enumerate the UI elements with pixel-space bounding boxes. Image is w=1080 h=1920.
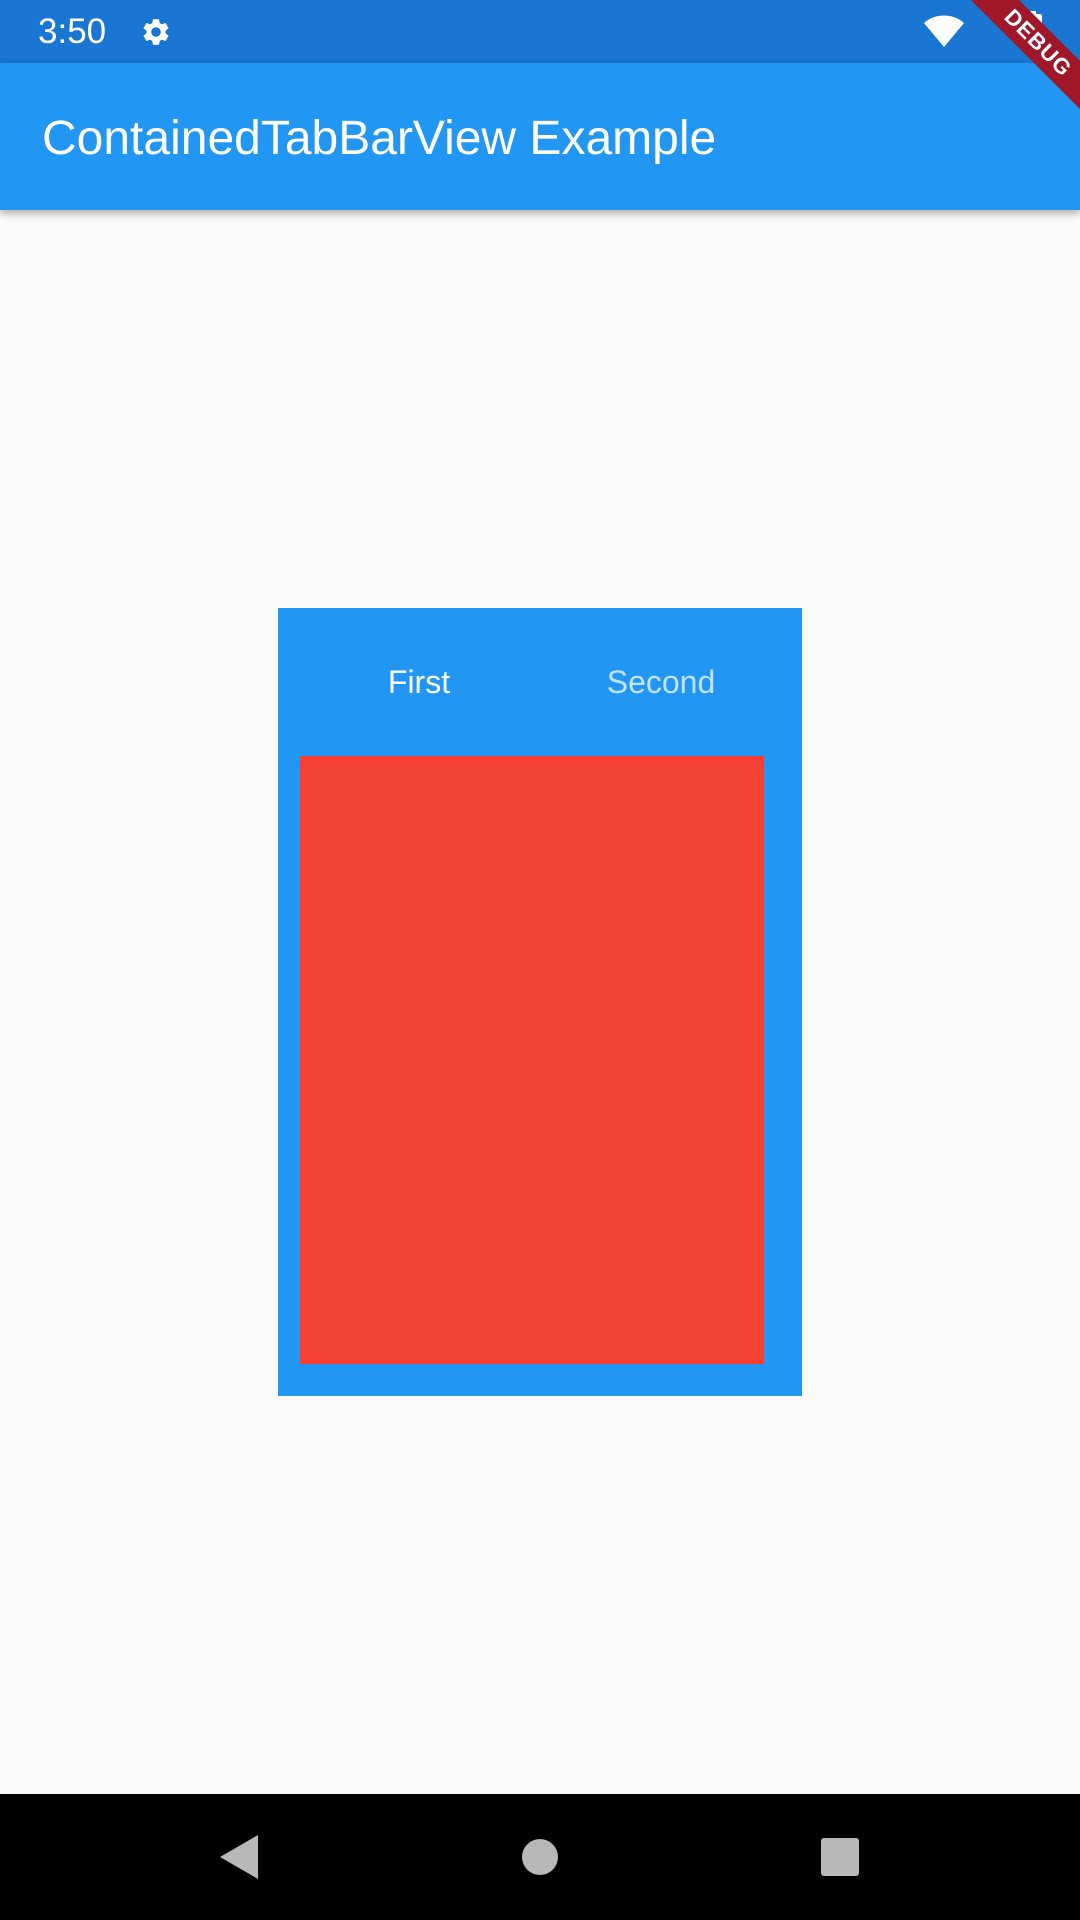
tab-second[interactable]: Second — [520, 608, 802, 756]
home-button[interactable] — [500, 1794, 580, 1920]
status-time: 3:50 — [38, 12, 107, 51]
app-bar: ContainedTabBarView Example — [0, 63, 1080, 210]
contained-tab-bar-view: First Second — [278, 608, 802, 1396]
tab-first[interactable]: First — [278, 608, 560, 756]
battery-icon — [1022, 11, 1042, 47]
system-nav-bar — [0, 1794, 1080, 1920]
recents-button[interactable] — [800, 1794, 880, 1920]
page-title: ContainedTabBarView Example — [42, 112, 717, 165]
back-button[interactable] — [200, 1794, 280, 1920]
status-bar: 3:50 — [0, 0, 1080, 63]
tab-bar: First Second — [278, 608, 802, 756]
wifi-icon — [924, 15, 964, 47]
gear-icon — [143, 19, 169, 45]
recents-icon — [821, 1838, 859, 1876]
back-icon — [220, 1835, 258, 1879]
home-icon — [522, 1839, 558, 1875]
tab-view-content[interactable] — [300, 756, 764, 1364]
